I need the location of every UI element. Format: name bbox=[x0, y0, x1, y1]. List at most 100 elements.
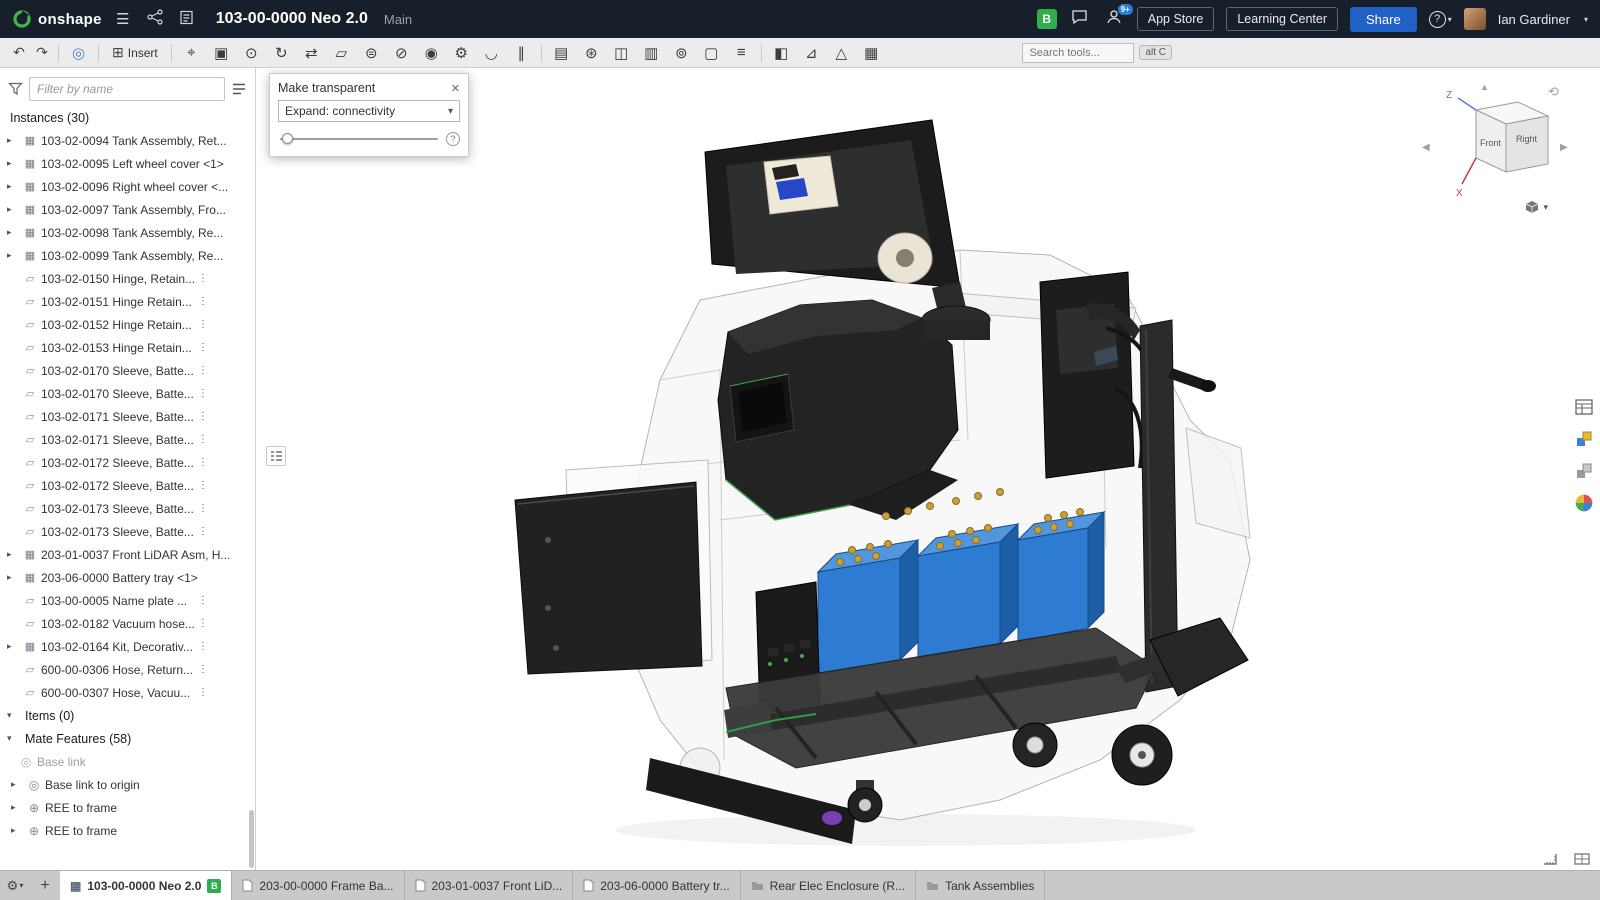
close-icon[interactable]: ✕ bbox=[451, 82, 460, 95]
onshape-logo[interactable]: onshape bbox=[12, 9, 102, 29]
tree-collapse-toggle[interactable] bbox=[266, 446, 286, 466]
expand-caret-icon[interactable]: ▸ bbox=[7, 181, 22, 192]
configurations-panel-button[interactable] bbox=[1570, 426, 1598, 452]
view-options-button[interactable]: ▾ bbox=[1524, 200, 1548, 214]
revolute-mate-icon[interactable]: ↻ bbox=[267, 41, 296, 65]
tab-rear-elec-enclosure-folder[interactable]: Rear Elec Enclosure (R... bbox=[741, 871, 916, 900]
tab-battery-tray[interactable]: 203-06-0000 Battery tr... bbox=[573, 871, 740, 900]
instance-row[interactable]: ▸▦103-02-0099 Tank Assembly, Re... bbox=[0, 244, 255, 267]
tab-frame-base[interactable]: 203-00-0000 Frame Ba... bbox=[232, 871, 404, 900]
instance-row[interactable]: ▱103-00-0005 Name plate ...⋮ bbox=[0, 589, 255, 612]
instance-row[interactable]: ▱103-02-0170 Sleeve, Batte...⋮ bbox=[0, 382, 255, 405]
instance-row[interactable]: ▸▦103-02-0094 Tank Assembly, Ret... bbox=[0, 129, 255, 152]
share-users-icon[interactable]: 9+ bbox=[1103, 9, 1125, 29]
roll-arrow-icon[interactable]: ⟲ bbox=[1548, 84, 1559, 99]
fastened-mate-icon[interactable]: ⊙ bbox=[237, 41, 266, 65]
parallel-relation-icon[interactable]: ∥ bbox=[507, 41, 536, 65]
user-name[interactable]: Ian Gardiner bbox=[1498, 12, 1570, 27]
instance-row[interactable]: ▸▦103-02-0097 Tank Assembly, Fro... bbox=[0, 198, 255, 221]
collapse-caret-icon[interactable]: ▾ bbox=[7, 733, 22, 744]
app-store-button[interactable]: App Store bbox=[1137, 7, 1215, 31]
named-positions-icon[interactable]: ≡ bbox=[727, 41, 756, 65]
instance-row[interactable]: ▱103-02-0170 Sleeve, Batte...⋮ bbox=[0, 359, 255, 382]
expand-caret-icon[interactable]: ▸ bbox=[7, 227, 22, 238]
mass-properties-icon[interactable]: △ bbox=[827, 41, 856, 65]
pin-slot-mate-icon[interactable]: ⊘ bbox=[387, 41, 416, 65]
rotate-up-arrow-icon[interactable]: ▲ bbox=[1480, 82, 1489, 92]
expand-caret-icon[interactable]: ▸ bbox=[7, 135, 22, 146]
replicate-icon[interactable]: ▥ bbox=[637, 41, 666, 65]
exploded-view-icon[interactable]: ⊚ bbox=[667, 41, 696, 65]
scale-indicator-icon[interactable] bbox=[1542, 852, 1558, 866]
redo-button[interactable]: ↷ bbox=[31, 41, 53, 65]
tangent-mate-icon[interactable]: ◡ bbox=[477, 41, 506, 65]
user-menu-chevron-icon[interactable]: ▾ bbox=[1584, 15, 1588, 24]
edit-in-context-icon[interactable]: ◎ bbox=[64, 41, 93, 65]
instance-row[interactable]: ▸▦103-02-0098 Tank Assembly, Re... bbox=[0, 221, 255, 244]
mate-feature-row[interactable]: ◎Base link bbox=[0, 750, 255, 773]
versions-graph-icon[interactable] bbox=[144, 9, 166, 29]
instance-row[interactable]: ▱103-02-0151 Hinge Retain...⋮ bbox=[0, 290, 255, 313]
tab-assembly-neo[interactable]: ▦ 103-00-0000 Neo 2.0 B bbox=[60, 871, 232, 900]
measure-icon[interactable]: ⊿ bbox=[797, 41, 826, 65]
mirror-icon[interactable]: ◫ bbox=[607, 41, 636, 65]
new-tab-button[interactable]: + bbox=[30, 871, 60, 900]
expand-caret-icon[interactable]: ▸ bbox=[11, 802, 26, 813]
instance-row[interactable]: ▱103-02-0153 Hinge Retain...⋮ bbox=[0, 336, 255, 359]
instance-row[interactable]: ▱600-00-0307 Hose, Vacuu...⋮ bbox=[0, 681, 255, 704]
expand-caret-icon[interactable]: ▸ bbox=[7, 158, 22, 169]
workspace-name[interactable]: Main bbox=[384, 12, 412, 27]
mate-icon[interactable]: ⌖ bbox=[177, 41, 206, 65]
graphics-area[interactable]: Make transparent ✕ Expand: connectivity … bbox=[256, 68, 1600, 870]
view-cube[interactable]: ◀ ▶ ▲ ⟲ Front Right Z X bbox=[1418, 76, 1578, 211]
circular-pattern-icon[interactable]: ⊛ bbox=[577, 41, 606, 65]
expand-caret-icon[interactable]: ▸ bbox=[7, 641, 22, 652]
comments-icon[interactable] bbox=[1069, 9, 1091, 29]
expand-caret-icon[interactable]: ▸ bbox=[11, 825, 26, 836]
learning-center-button[interactable]: Learning Center bbox=[1226, 7, 1338, 31]
section-view-icon[interactable]: ◧ bbox=[767, 41, 796, 65]
instance-row[interactable]: ▱103-02-0172 Sleeve, Batte...⋮ bbox=[0, 474, 255, 497]
expand-caret-icon[interactable]: ▸ bbox=[7, 250, 22, 261]
bom-panel-button[interactable] bbox=[1570, 394, 1598, 420]
cylindrical-mate-icon[interactable]: ⊜ bbox=[357, 41, 386, 65]
planar-mate-icon[interactable]: ▱ bbox=[327, 41, 356, 65]
collapse-caret-icon[interactable]: ▾ bbox=[7, 710, 22, 721]
expand-mode-select[interactable]: Expand: connectivity ▾ bbox=[278, 100, 460, 122]
ball-mate-icon[interactable]: ◉ bbox=[417, 41, 446, 65]
instance-row[interactable]: ▱103-02-0152 Hinge Retain...⋮ bbox=[0, 313, 255, 336]
bom-table-icon[interactable]: ▦ bbox=[857, 41, 886, 65]
instance-row[interactable]: ▱103-02-0171 Sleeve, Batte...⋮ bbox=[0, 405, 255, 428]
slider-thumb[interactable] bbox=[282, 133, 293, 144]
release-status-badge[interactable]: B bbox=[1037, 9, 1057, 29]
instance-row[interactable]: ▸▦103-02-0164 Kit, Decorativ...⋮ bbox=[0, 635, 255, 658]
display-states-panel-button[interactable] bbox=[1570, 458, 1598, 484]
snapshot-icon[interactable]: ▢ bbox=[697, 41, 726, 65]
instance-row[interactable]: ▸▦103-02-0096 Right wheel cover <... bbox=[0, 175, 255, 198]
rotate-right-arrow-icon[interactable]: ▶ bbox=[1560, 142, 1568, 153]
instance-row[interactable]: ▱103-02-0150 Hinge, Retain...⋮ bbox=[0, 267, 255, 290]
expand-caret-icon[interactable]: ▸ bbox=[7, 549, 22, 560]
mate-features-section-header[interactable]: ▾Mate Features (58) bbox=[0, 727, 255, 750]
instance-row[interactable]: ▸▦203-01-0037 Front LiDAR Asm, H... bbox=[0, 543, 255, 566]
avatar[interactable] bbox=[1464, 8, 1486, 30]
linear-pattern-icon[interactable]: ▤ bbox=[547, 41, 576, 65]
instance-row[interactable]: ▱103-02-0182 Vacuum hose...⋮ bbox=[0, 612, 255, 635]
instance-row[interactable]: ▸▦203-06-0000 Battery tray <1> bbox=[0, 566, 255, 589]
list-options-icon[interactable] bbox=[231, 82, 247, 96]
units-grid-icon[interactable] bbox=[1574, 852, 1590, 866]
search-tools-input[interactable] bbox=[1022, 43, 1134, 63]
filter-by-name-input[interactable] bbox=[29, 77, 225, 101]
share-button[interactable]: Share bbox=[1350, 7, 1417, 32]
instance-row[interactable]: ▱103-02-0171 Sleeve, Batte...⋮ bbox=[0, 428, 255, 451]
tab-front-lidar[interactable]: 203-01-0037 Front LiD... bbox=[405, 871, 574, 900]
instance-row[interactable]: ▱103-02-0173 Sleeve, Batte...⋮ bbox=[0, 520, 255, 543]
mate-feature-row[interactable]: ▸◎Base link to origin bbox=[0, 773, 255, 796]
appearance-panel-button[interactable] bbox=[1570, 490, 1598, 516]
document-menu-icon[interactable]: ☰ bbox=[112, 10, 134, 28]
tab-tank-assemblies-folder[interactable]: Tank Assemblies bbox=[916, 871, 1045, 900]
undo-button[interactable]: ↶ bbox=[8, 41, 30, 65]
rotate-left-arrow-icon[interactable]: ◀ bbox=[1422, 142, 1430, 153]
instance-row[interactable]: ▱103-02-0172 Sleeve, Batte...⋮ bbox=[0, 451, 255, 474]
viewcube-right-face[interactable] bbox=[1506, 116, 1548, 172]
